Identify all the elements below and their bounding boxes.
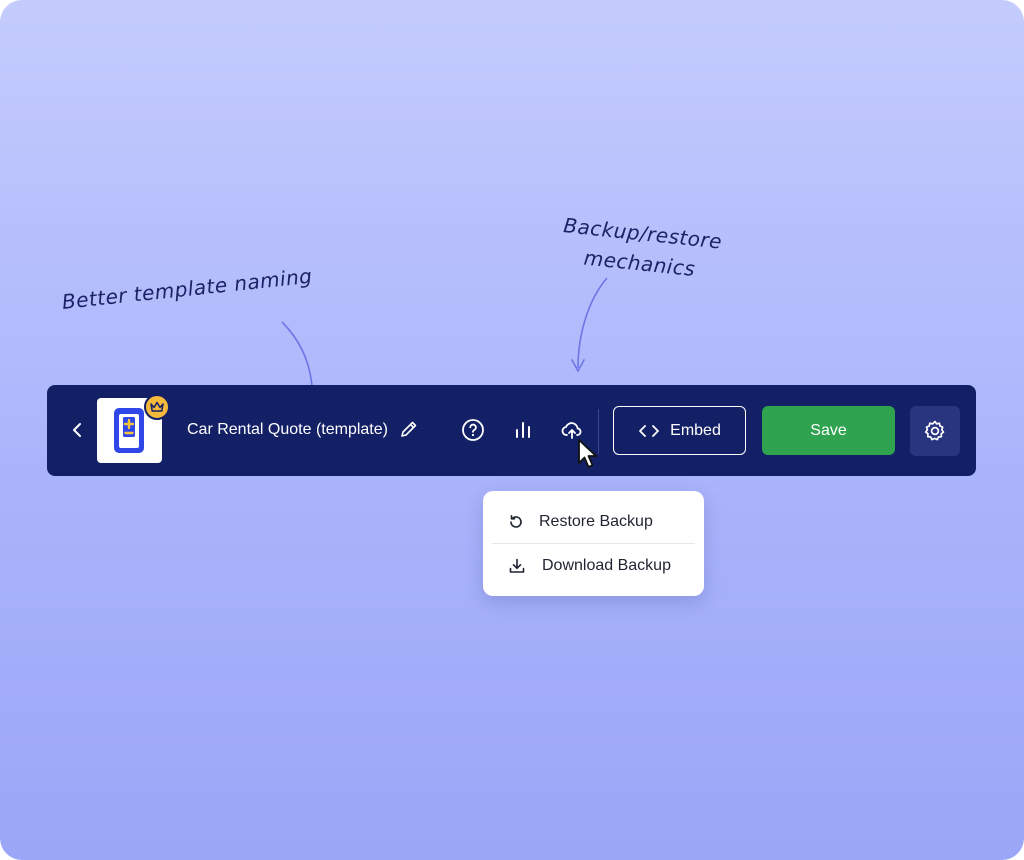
template-title[interactable]: Car Rental Quote (template) — [187, 421, 388, 439]
embed-button-label: Embed — [670, 421, 721, 439]
gear-icon — [924, 420, 945, 441]
help-circle-icon[interactable] — [461, 418, 485, 442]
backup-dropdown-menu: Restore Backup Download Backup — [483, 491, 704, 596]
code-icon — [639, 424, 660, 437]
premium-badge — [144, 394, 170, 420]
annotation-template-naming: Better template naming — [60, 263, 314, 314]
restore-icon — [510, 515, 522, 528]
save-button-label: Save — [810, 421, 847, 439]
bar-chart-icon[interactable] — [511, 418, 535, 442]
save-button[interactable]: Save — [762, 406, 895, 455]
download-icon — [509, 558, 525, 573]
mouse-pointer-icon — [578, 439, 597, 468]
settings-button[interactable] — [910, 406, 960, 456]
menu-item-restore-backup[interactable]: Restore Backup — [483, 500, 704, 544]
chevron-left-icon[interactable] — [65, 418, 89, 442]
annotation-arrow-backup — [577, 277, 608, 369]
annotation-arrow-backup-head — [571, 359, 585, 373]
menu-item-download-backup[interactable]: Download Backup — [483, 544, 704, 588]
menu-item-download-label: Download Backup — [542, 557, 671, 574]
builder-toolbar: Car Rental Quote (template) Embed Save — [47, 385, 976, 476]
menu-item-restore-label: Restore Backup — [539, 513, 653, 530]
pencil-icon[interactable] — [398, 418, 420, 440]
background-canvas: Better template naming Backup/restore me… — [0, 0, 1024, 860]
annotation-backup-restore: Backup/restore mechanics — [559, 210, 724, 286]
embed-button[interactable]: Embed — [613, 406, 746, 455]
crown-icon — [150, 401, 164, 412]
